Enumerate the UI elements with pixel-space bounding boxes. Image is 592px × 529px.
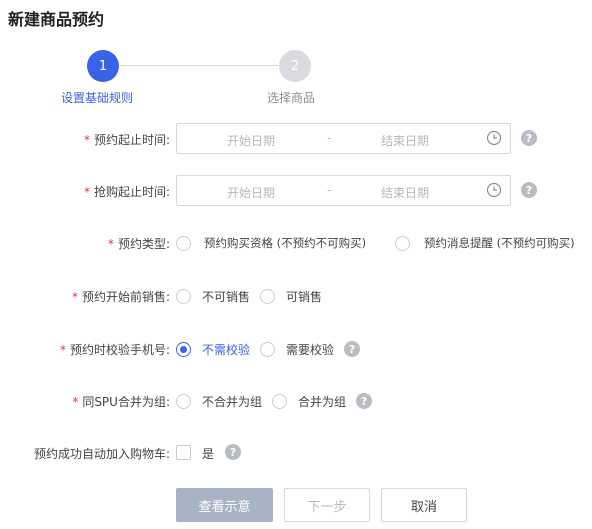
phone-verify-help-icon[interactable]: ? — [344, 341, 360, 357]
cancel-button[interactable]: 取消 — [381, 488, 467, 522]
reserve-time-label: * 预约起止时间: — [83, 133, 170, 147]
spu-group-help-icon[interactable]: ? — [356, 393, 372, 409]
step-1-indicator: 1 — [87, 50, 119, 82]
phone-verify-option-no[interactable]: 不需校验 — [202, 341, 250, 358]
pre-sale-option-yes[interactable]: 可销售 — [286, 288, 322, 305]
auto-cart-checkbox[interactable] — [176, 445, 191, 460]
reserve-type-option-reminder[interactable]: 预约消息提醒 (不预约可购买) — [424, 235, 575, 251]
reserve-type-option-purchase[interactable]: 预约购买资格 (不预约不可购买) — [204, 235, 366, 251]
auto-cart-label: 预约成功自动加入购物车: — [33, 447, 170, 461]
required-mark: * — [83, 185, 90, 199]
pre-sale-radio-yes[interactable] — [260, 289, 275, 304]
preview-button[interactable]: 查看示意 — [176, 488, 273, 522]
reserve-time-help-icon[interactable]: ? — [521, 130, 537, 146]
pre-sale-radio-no[interactable] — [176, 289, 191, 304]
phone-verify-radio-no[interactable] — [176, 342, 191, 357]
reserve-time-range-picker[interactable]: 开始日期 - 结束日期 — [176, 123, 511, 154]
rush-time-label: * 抢购起止时间: — [83, 185, 170, 199]
pre-sale-option-no[interactable]: 不可销售 — [202, 288, 250, 305]
page-title: 新建商品预约 — [8, 10, 105, 29]
required-mark: * — [71, 290, 78, 304]
reserve-end-date-input[interactable]: 结束日期 — [381, 132, 429, 149]
reserve-type-label: * 预约类型: — [107, 237, 170, 251]
rush-time-help-icon[interactable]: ? — [521, 182, 537, 198]
rush-time-range-picker[interactable]: 开始日期 - 结束日期 — [176, 175, 511, 206]
reserve-type-radio-purchase[interactable] — [176, 236, 191, 251]
spu-group-option-no[interactable]: 不合并为组 — [202, 393, 262, 410]
range-separator: - — [327, 131, 332, 145]
required-mark: * — [107, 237, 114, 251]
spu-group-radio-yes[interactable] — [272, 394, 287, 409]
step-2-indicator: 2 — [279, 50, 311, 82]
spu-group-option-yes[interactable]: 合并为组 — [298, 393, 346, 410]
spu-group-radio-no[interactable] — [176, 394, 191, 409]
rush-end-date-input[interactable]: 结束日期 — [381, 184, 429, 201]
rush-start-date-input[interactable]: 开始日期 — [227, 184, 275, 201]
next-step-button[interactable]: 下一步 — [284, 488, 370, 522]
clock-icon — [486, 182, 502, 198]
auto-cart-option-yes[interactable]: 是 — [202, 445, 214, 462]
phone-verify-label: * 预约时校验手机号: — [59, 343, 170, 357]
step-1-label: 设置基础规则 — [61, 91, 134, 105]
step-connector — [120, 65, 278, 66]
range-separator: - — [327, 183, 332, 197]
reserve-type-radio-reminder[interactable] — [395, 236, 410, 251]
spu-group-label: * 同SPU合并为组: — [72, 395, 170, 409]
auto-cart-help-icon[interactable]: ? — [225, 444, 241, 460]
pre-sale-label: * 预约开始前销售: — [71, 290, 170, 304]
phone-verify-option-yes[interactable]: 需要校验 — [286, 341, 334, 358]
clock-icon — [486, 130, 502, 146]
step-2-label: 选择商品 — [267, 91, 316, 105]
reserve-start-date-input[interactable]: 开始日期 — [227, 132, 275, 149]
required-mark: * — [59, 343, 66, 357]
required-mark: * — [72, 395, 79, 409]
phone-verify-radio-yes[interactable] — [260, 342, 275, 357]
required-mark: * — [83, 133, 90, 147]
